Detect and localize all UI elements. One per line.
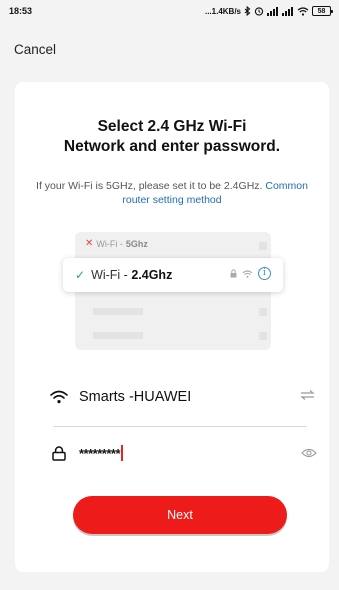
illustration-24ghz-prefix: Wi-Fi - xyxy=(91,268,132,282)
illustration-5ghz-row: ✕ Wi-Fi - 5Ghz xyxy=(85,238,148,249)
lock-icon xyxy=(52,445,66,461)
illustration-placeholder-bar xyxy=(93,308,143,315)
divider xyxy=(53,426,307,427)
page-title: Select 2.4 GHz Wi-Fi Network and enter p… xyxy=(15,117,329,157)
illustration-placeholder-icon xyxy=(259,308,267,316)
illustration-icons: i xyxy=(230,267,271,280)
battery-icon: 58 xyxy=(312,6,333,16)
check-icon: ✓ xyxy=(75,268,86,282)
eye-icon[interactable] xyxy=(301,448,317,458)
signal-icon-2 xyxy=(282,6,293,16)
wifi-icon xyxy=(242,269,253,278)
illustration-24ghz-row: ✓ Wi-Fi - 2.4Ghz i xyxy=(63,258,283,292)
illustration-placeholder-icon xyxy=(259,242,267,250)
password-input[interactable]: ********* xyxy=(79,445,124,461)
wifi-icon xyxy=(297,6,309,16)
illustration-5ghz-band: 5Ghz xyxy=(125,238,148,249)
illustration-placeholder-icon xyxy=(259,332,267,340)
cancel-button[interactable]: Cancel xyxy=(14,42,56,57)
wifi-setup-card: Select 2.4 GHz Wi-Fi Network and enter p… xyxy=(15,82,329,572)
alarm-icon xyxy=(254,7,264,16)
password-value: ********* xyxy=(79,445,121,461)
info-icon: i xyxy=(258,267,271,280)
description-text: If your Wi-Fi is 5GHz, please set it to … xyxy=(36,180,263,192)
next-button[interactable]: Next xyxy=(73,496,287,534)
status-time: 18:53 xyxy=(9,6,33,16)
signal-icon xyxy=(267,6,278,16)
description: If your Wi-Fi is 5GHz, please set it to … xyxy=(35,179,309,207)
status-bar: 18:53 ...1.4KB/s 58 xyxy=(0,0,339,22)
illustration-5ghz-prefix: Wi-Fi - xyxy=(96,238,123,249)
illustration-24ghz-band: 2.4Ghz xyxy=(131,268,173,282)
title-line-1: Select 2.4 GHz Wi-Fi xyxy=(97,118,247,135)
swap-icon[interactable] xyxy=(300,390,315,400)
wifi-network-row[interactable]: Smarts -HUAWEI xyxy=(50,385,315,409)
x-icon: ✕ xyxy=(85,238,94,249)
bluetooth-icon xyxy=(244,6,251,16)
lock-icon xyxy=(230,269,237,278)
title-line-2: Network and enter password. xyxy=(63,138,281,155)
wifi-name: Smarts -HUAWEI xyxy=(79,389,192,405)
password-row[interactable]: ********* xyxy=(52,441,317,465)
illustration-24ghz-label: Wi-Fi - 2.4Ghz xyxy=(91,268,172,282)
status-icons: ...1.4KB/s 58 xyxy=(204,6,333,16)
illustration-placeholder-bar xyxy=(93,332,143,339)
wifi-icon xyxy=(50,390,68,404)
net-speed: ...1.4KB/s xyxy=(204,6,241,16)
text-cursor xyxy=(121,445,124,461)
